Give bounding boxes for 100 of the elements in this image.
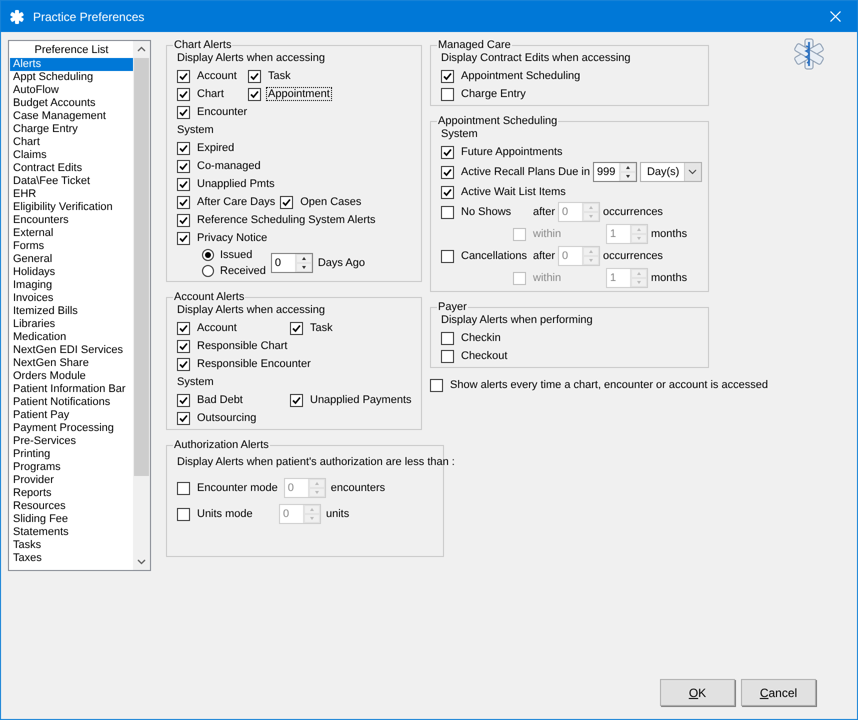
label-text: occurrences [603,206,663,218]
scrollbar[interactable] [133,41,150,570]
list-item[interactable]: Sliding Fee [10,513,133,526]
label-text: months [651,228,688,240]
list-item[interactable]: Resources [10,500,133,513]
list-item[interactable]: Forms [10,240,133,253]
list-item[interactable]: Payment Processing [10,422,133,435]
list-item[interactable]: Case Management [10,110,133,123]
list-item[interactable]: EHR [10,188,133,201]
checkbox[interactable]: Checkin [441,330,502,346]
checkbox[interactable]: Active Wait List Items [441,184,567,200]
label-text: System [177,376,214,388]
list-item[interactable]: Pre-Services [10,435,133,448]
list-item[interactable]: Patient Pay [10,409,133,422]
checkbox[interactable]: Co-managed [177,158,262,174]
medical-star-icon [794,38,824,70]
checkbox[interactable]: Active Recall Plans [441,164,556,180]
list-item[interactable]: Statements [10,526,133,539]
list-item[interactable]: Holidays [10,266,133,279]
checkbox[interactable]: Appointment [248,86,331,102]
checkbox[interactable]: Responsible Chart [177,338,288,354]
list-item[interactable]: Patient Information Bar [10,383,133,396]
list-item[interactable]: Printing [10,448,133,461]
checkbox[interactable]: Reference Scheduling System Alerts [177,212,377,228]
checkbox[interactable]: Unapplied Payments [290,392,413,408]
group-title: Appointment Scheduling [437,114,558,128]
label-text: occurrences [603,250,663,262]
checkbox[interactable]: Checkout [441,348,508,364]
list-item[interactable]: External [10,227,133,240]
list-item[interactable]: Encounters [10,214,133,227]
chevron-down-icon [688,169,698,175]
list-item[interactable]: AutoFlow [10,84,133,97]
checkbox[interactable]: Encounter mode [177,480,279,496]
list-item[interactable]: Invoices [10,292,133,305]
label-text: after [533,206,556,218]
label-text: after [533,250,556,262]
checkbox[interactable]: Show alerts every time a chart, encounter or account is accessed [430,377,769,393]
checkbox[interactable]: Privacy Notice [177,230,268,246]
list-item[interactable]: NextGen Share [10,357,133,370]
list-item[interactable]: Appt Scheduling [10,71,133,84]
list-item[interactable]: Data\Fee Ticket [10,175,133,188]
star-icon [9,8,25,24]
spin-buttons[interactable] [618,163,636,181]
checkbox[interactable]: Encounter [177,104,248,120]
number-spinner[interactable]: 999 [592,162,637,182]
list-item[interactable]: Orders Module [10,370,133,383]
list-item[interactable]: General [10,253,133,266]
checkbox[interactable]: Expired [177,140,244,156]
checkbox[interactable]: Outsourcing [177,410,286,426]
group-title: Managed Care [437,38,512,52]
checkbox[interactable]: Task [248,68,292,84]
radio-button[interactable]: Received [202,263,266,279]
dialog-button[interactable]: Cancel [741,679,816,706]
radio-button[interactable]: Issued [202,247,266,263]
list-item[interactable]: Contract Edits [10,162,133,175]
dialog-button[interactable]: OK [660,679,735,706]
list-item[interactable]: Medication [10,331,133,344]
checkbox[interactable]: Charge Entry [441,86,527,102]
checkbox[interactable]: Unapplied Pmts [177,176,276,192]
checkbox[interactable]: Future Appointments [441,144,564,160]
list-item[interactable]: Itemized Bills [10,305,133,318]
checkbox[interactable]: Responsible Encounter [177,356,312,372]
list-item[interactable]: Charge Entry [10,123,133,136]
spinner-value: 999 [596,165,616,180]
spin-buttons[interactable] [294,254,312,272]
list-item[interactable]: Budget Accounts [10,97,133,110]
list-item[interactable]: Tasks [10,539,133,552]
close-icon [830,11,840,22]
checkbox[interactable]: Cancellations [441,248,531,264]
checkbox[interactable]: Open Cases [280,194,362,210]
checkbox[interactable]: Task [290,320,334,336]
list-item[interactable]: Patient Notifications [10,396,133,409]
list-item[interactable]: Chart [10,136,133,149]
checkbox[interactable]: After Care Days [177,194,276,210]
list-item[interactable]: Libraries [10,318,133,331]
checkmark-icon [443,168,452,176]
list-item[interactable]: Eligibility Verification [10,201,133,214]
spinner-value: 1 [609,227,618,242]
number-spinner[interactable]: 0 [270,253,313,273]
label-text: System [177,124,214,136]
group-title: Payer [437,300,468,314]
dropdown[interactable]: Day(s) [640,162,702,182]
checkbox[interactable]: Chart [177,86,244,102]
list-item[interactable]: Imaging [10,279,133,292]
checkbox[interactable]: Appointment Scheduling [441,68,582,84]
checkbox[interactable]: Bad Debt [177,392,286,408]
list-item[interactable]: Reports [10,487,133,500]
list-item[interactable]: Programs [10,461,133,474]
spinner-value: 0 [274,256,282,271]
checkbox[interactable]: No Shows [441,204,531,220]
scrollbar-thumb[interactable] [134,58,149,476]
checkbox[interactable]: Account [177,68,244,84]
checkbox[interactable]: Account [177,320,286,336]
list-item[interactable]: Provider [10,474,133,487]
checkbox[interactable]: Units mode [177,506,274,522]
list-item[interactable]: Taxes [10,552,133,565]
list-item[interactable]: Alerts [10,58,133,71]
list-item[interactable]: NextGen EDI Services [10,344,133,357]
spinner-value: 0 [282,507,290,522]
list-item[interactable]: Claims [10,149,133,162]
